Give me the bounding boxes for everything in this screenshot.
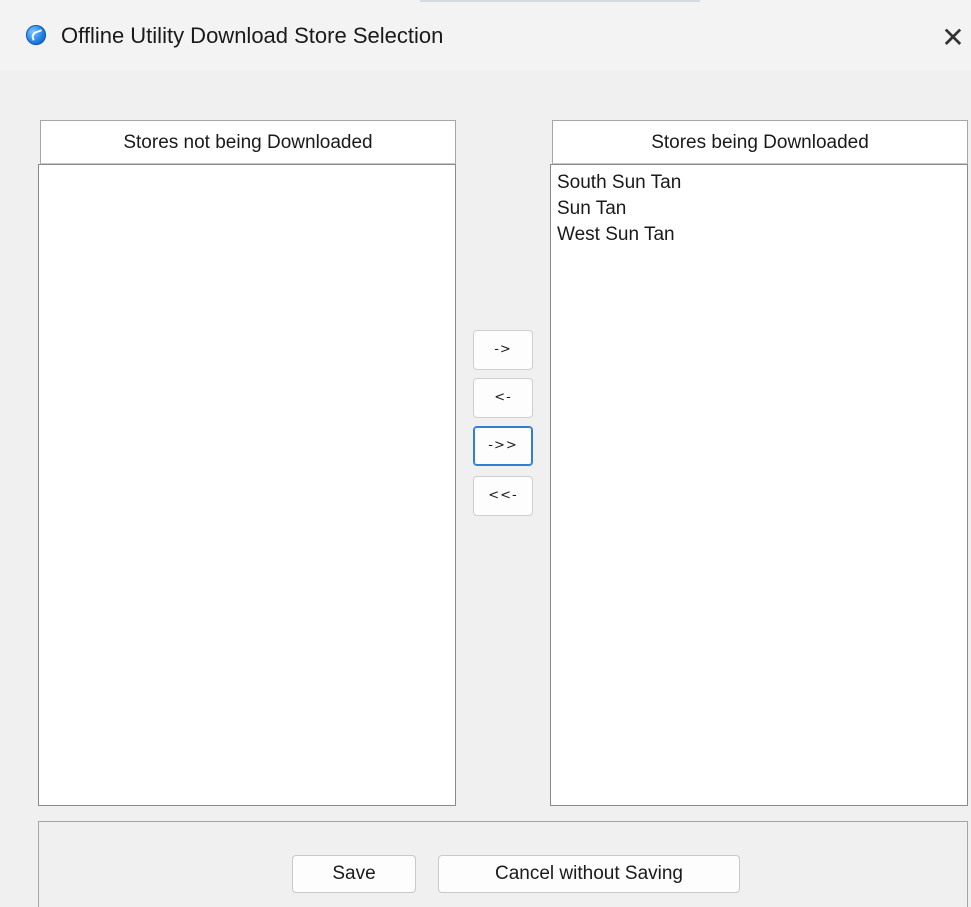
list-item[interactable]: South Sun Tan bbox=[551, 170, 967, 196]
title-bar: Offline Utility Download Store Selection… bbox=[0, 0, 971, 70]
list-item[interactable]: West Sun Tan bbox=[551, 222, 967, 248]
move-left-button[interactable]: <- bbox=[473, 378, 533, 418]
save-button[interactable]: Save bbox=[292, 855, 416, 893]
title-bar-accent bbox=[420, 0, 700, 2]
list-item[interactable]: Sun Tan bbox=[551, 196, 967, 222]
app-logo-icon bbox=[26, 25, 46, 45]
left-list-header: Stores not being Downloaded bbox=[40, 120, 456, 164]
right-list-header: Stores being Downloaded bbox=[552, 120, 968, 164]
close-icon[interactable]: ✕ bbox=[935, 20, 971, 56]
move-all-left-button[interactable]: <<- bbox=[473, 476, 533, 516]
dialog-window: Offline Utility Download Store Selection… bbox=[0, 0, 971, 907]
window-title: Offline Utility Download Store Selection bbox=[61, 23, 444, 48]
stores-downloaded-list[interactable]: South Sun Tan Sun Tan West Sun Tan bbox=[550, 164, 968, 806]
move-right-button[interactable]: -> bbox=[473, 330, 533, 370]
stores-not-downloaded-list[interactable] bbox=[38, 164, 456, 806]
move-all-right-button[interactable]: ->> bbox=[473, 426, 533, 466]
cancel-without-saving-button[interactable]: Cancel without Saving bbox=[438, 855, 740, 893]
